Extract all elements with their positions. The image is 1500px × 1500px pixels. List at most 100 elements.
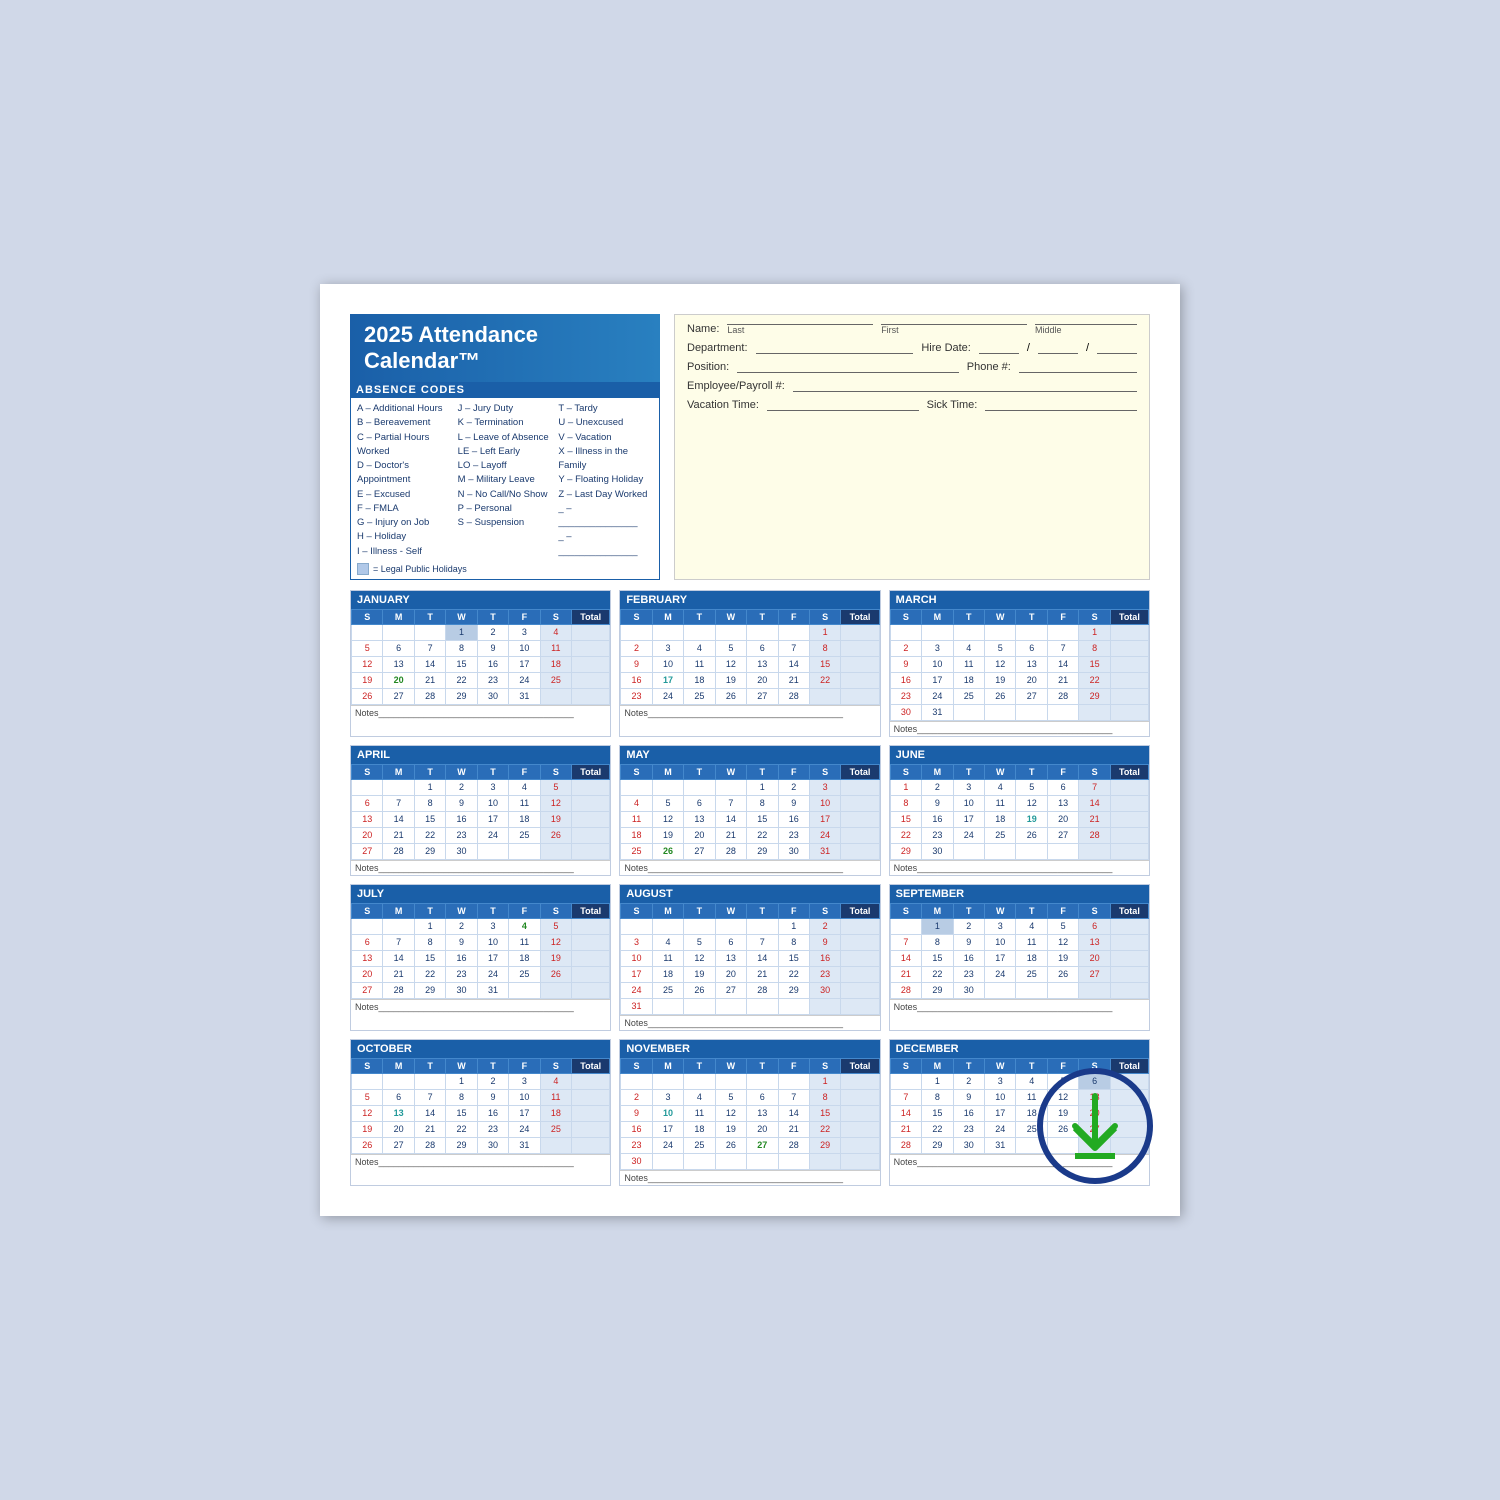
calendar-day[interactable]: 14 xyxy=(747,950,778,966)
calendar-day[interactable]: 6 xyxy=(352,795,383,811)
calendar-day[interactable]: 24 xyxy=(953,827,984,843)
calendar-day[interactable]: 27 xyxy=(352,843,383,859)
calendar-day[interactable]: 15 xyxy=(809,656,840,672)
calendar-day[interactable]: 21 xyxy=(890,966,921,982)
calendar-day[interactable] xyxy=(890,1073,921,1089)
calendar-day[interactable] xyxy=(953,843,984,859)
calendar-day[interactable]: 29 xyxy=(446,688,477,704)
calendar-day[interactable]: 18 xyxy=(509,950,540,966)
calendar-day[interactable] xyxy=(352,918,383,934)
calendar-day[interactable] xyxy=(985,982,1016,998)
calendar-day[interactable] xyxy=(383,1073,414,1089)
calendar-day[interactable]: 29 xyxy=(809,1137,840,1153)
calendar-day[interactable]: 13 xyxy=(684,811,715,827)
calendar-day[interactable]: 9 xyxy=(809,934,840,950)
calendar-day[interactable]: 14 xyxy=(1079,795,1110,811)
calendar-day[interactable]: 28 xyxy=(715,843,746,859)
calendar-day[interactable]: 4 xyxy=(985,779,1016,795)
calendar-day[interactable] xyxy=(540,843,571,859)
calendar-day[interactable] xyxy=(652,1073,683,1089)
calendar-day[interactable]: 26 xyxy=(1016,827,1047,843)
calendar-day[interactable]: 11 xyxy=(953,656,984,672)
calendar-day[interactable]: 8 xyxy=(446,1089,477,1105)
calendar-day[interactable]: 9 xyxy=(477,1089,508,1105)
calendar-day[interactable]: 12 xyxy=(715,1105,746,1121)
calendar-day[interactable]: 19 xyxy=(352,1121,383,1137)
calendar-day[interactable]: 20 xyxy=(715,966,746,982)
calendar-day[interactable] xyxy=(715,918,746,934)
calendar-day[interactable] xyxy=(621,918,652,934)
calendar-day[interactable]: 2 xyxy=(621,1089,652,1105)
calendar-day[interactable] xyxy=(1047,624,1078,640)
calendar-day[interactable]: 10 xyxy=(985,1089,1016,1105)
calendar-day[interactable]: 2 xyxy=(446,779,477,795)
calendar-day[interactable]: 10 xyxy=(477,934,508,950)
calendar-day[interactable]: 7 xyxy=(414,1089,445,1105)
calendar-day[interactable] xyxy=(985,704,1016,720)
calendar-day[interactable] xyxy=(890,918,921,934)
calendar-day[interactable]: 22 xyxy=(414,966,445,982)
calendar-day[interactable]: 15 xyxy=(922,1105,953,1121)
calendar-day[interactable]: 5 xyxy=(540,918,571,934)
calendar-day[interactable]: 9 xyxy=(922,795,953,811)
calendar-day[interactable]: 30 xyxy=(890,704,921,720)
calendar-day[interactable]: 3 xyxy=(922,640,953,656)
calendar-day[interactable]: 26 xyxy=(540,966,571,982)
calendar-day[interactable]: 29 xyxy=(922,1137,953,1153)
calendar-day[interactable] xyxy=(621,779,652,795)
calendar-day[interactable]: 11 xyxy=(985,795,1016,811)
calendar-day[interactable]: 27 xyxy=(352,982,383,998)
calendar-day[interactable]: 19 xyxy=(540,811,571,827)
calendar-day[interactable]: 17 xyxy=(985,1105,1016,1121)
calendar-day[interactable]: 23 xyxy=(922,827,953,843)
calendar-day[interactable]: 20 xyxy=(1016,672,1047,688)
calendar-day[interactable]: 10 xyxy=(953,795,984,811)
calendar-day[interactable]: 28 xyxy=(383,843,414,859)
calendar-day[interactable] xyxy=(715,998,746,1014)
calendar-day[interactable] xyxy=(684,918,715,934)
calendar-day[interactable]: 16 xyxy=(621,672,652,688)
calendar-day[interactable]: 25 xyxy=(953,688,984,704)
calendar-day[interactable]: 6 xyxy=(747,1089,778,1105)
calendar-day[interactable]: 12 xyxy=(652,811,683,827)
calendar-day[interactable]: 10 xyxy=(652,656,683,672)
calendar-day[interactable] xyxy=(747,1073,778,1089)
calendar-day[interactable]: 19 xyxy=(1016,811,1047,827)
calendar-day[interactable]: 27 xyxy=(1079,966,1110,982)
calendar-day[interactable]: 8 xyxy=(778,934,809,950)
calendar-day[interactable]: 27 xyxy=(684,843,715,859)
calendar-day[interactable]: 27 xyxy=(715,982,746,998)
calendar-day[interactable]: 24 xyxy=(509,672,540,688)
hire-d-underline[interactable] xyxy=(1038,353,1078,354)
calendar-day[interactable]: 16 xyxy=(809,950,840,966)
calendar-day[interactable] xyxy=(684,1153,715,1169)
calendar-day[interactable] xyxy=(414,624,445,640)
calendar-day[interactable] xyxy=(621,624,652,640)
calendar-day[interactable] xyxy=(684,1073,715,1089)
calendar-day[interactable]: 21 xyxy=(778,1121,809,1137)
calendar-day[interactable]: 15 xyxy=(922,950,953,966)
calendar-day[interactable]: 11 xyxy=(540,1089,571,1105)
phone-underline[interactable] xyxy=(1019,372,1137,373)
calendar-day[interactable]: 13 xyxy=(1047,795,1078,811)
calendar-day[interactable]: 27 xyxy=(1016,688,1047,704)
calendar-day[interactable]: 5 xyxy=(652,795,683,811)
calendar-day[interactable]: 17 xyxy=(953,811,984,827)
calendar-day[interactable] xyxy=(540,688,571,704)
calendar-day[interactable]: 13 xyxy=(747,1105,778,1121)
calendar-day[interactable]: 22 xyxy=(414,827,445,843)
calendar-day[interactable] xyxy=(477,843,508,859)
calendar-day[interactable]: 18 xyxy=(1016,950,1047,966)
calendar-day[interactable]: 1 xyxy=(778,918,809,934)
calendar-day[interactable]: 11 xyxy=(540,640,571,656)
calendar-day[interactable]: 17 xyxy=(985,950,1016,966)
calendar-day[interactable]: 31 xyxy=(477,982,508,998)
vacation-underline[interactable] xyxy=(767,410,919,411)
calendar-day[interactable]: 6 xyxy=(715,934,746,950)
calendar-day[interactable]: 30 xyxy=(477,688,508,704)
calendar-day[interactable]: 11 xyxy=(621,811,652,827)
calendar-day[interactable]: 26 xyxy=(715,1137,746,1153)
calendar-day[interactable]: 20 xyxy=(383,672,414,688)
calendar-day[interactable]: 4 xyxy=(953,640,984,656)
calendar-day[interactable]: 21 xyxy=(747,966,778,982)
